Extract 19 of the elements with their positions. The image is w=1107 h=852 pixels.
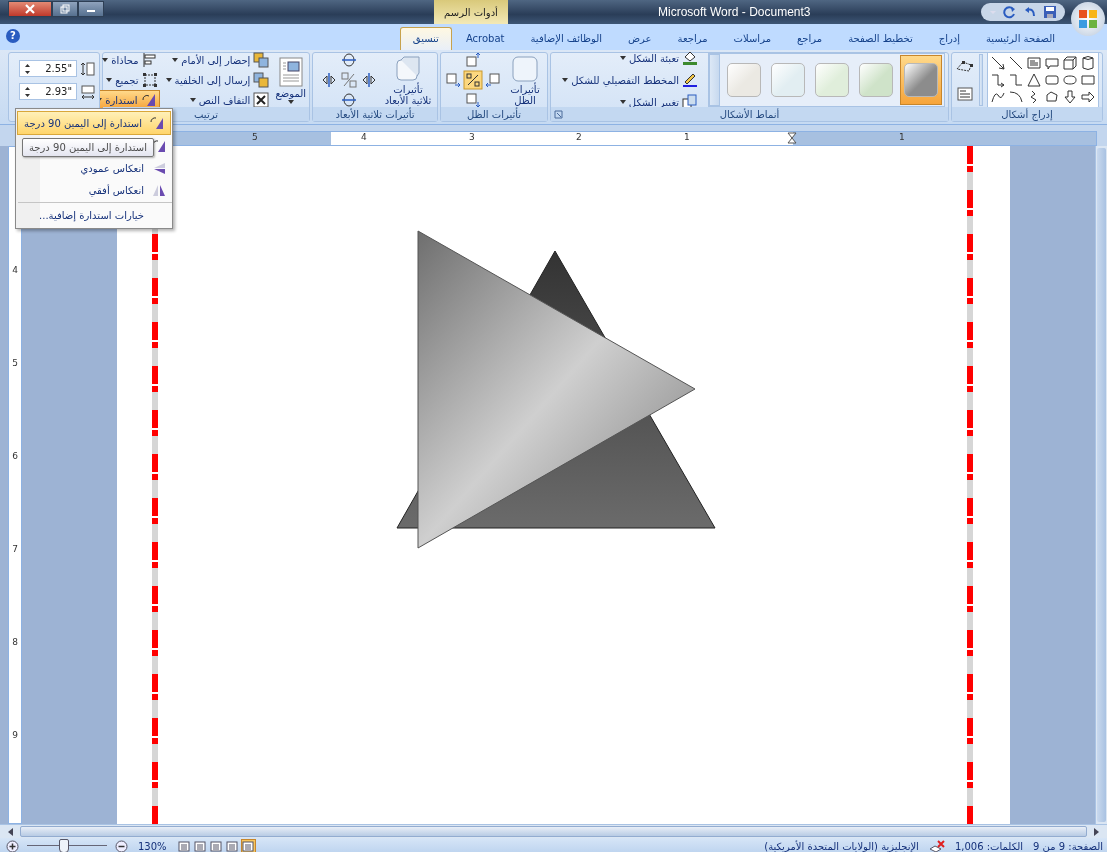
ruler-number: 1 bbox=[899, 132, 905, 142]
ruler-number: 5 bbox=[252, 132, 258, 142]
ruler-number: 3 bbox=[469, 132, 475, 142]
ruler-number: 8 bbox=[11, 637, 19, 649]
group-label: أنماط الأشكال bbox=[719, 108, 780, 120]
ruler-number: 4 bbox=[361, 132, 367, 142]
tooltip: استدارة إلى اليمين 90 درجة bbox=[22, 138, 154, 157]
window-title: Microsoft Word - Document3 bbox=[658, 5, 811, 19]
group-label: تأثيرات الظل bbox=[441, 107, 547, 121]
group-label: تأثيرات ثلاثية الأبعاد bbox=[313, 107, 437, 121]
ruler-number: 9 bbox=[11, 730, 19, 742]
ruler-number: 2 bbox=[576, 132, 582, 142]
ruler-number: 7 bbox=[11, 544, 19, 556]
ruler-number: 6 bbox=[11, 451, 19, 463]
context-tab-label: أدوات الرسم bbox=[434, 0, 508, 24]
ruler-number: 1 bbox=[684, 132, 690, 142]
ruler-number: 4 bbox=[11, 265, 19, 277]
group-label: إدراج أشكال bbox=[952, 107, 1102, 121]
ruler-number: 5 bbox=[11, 358, 19, 370]
